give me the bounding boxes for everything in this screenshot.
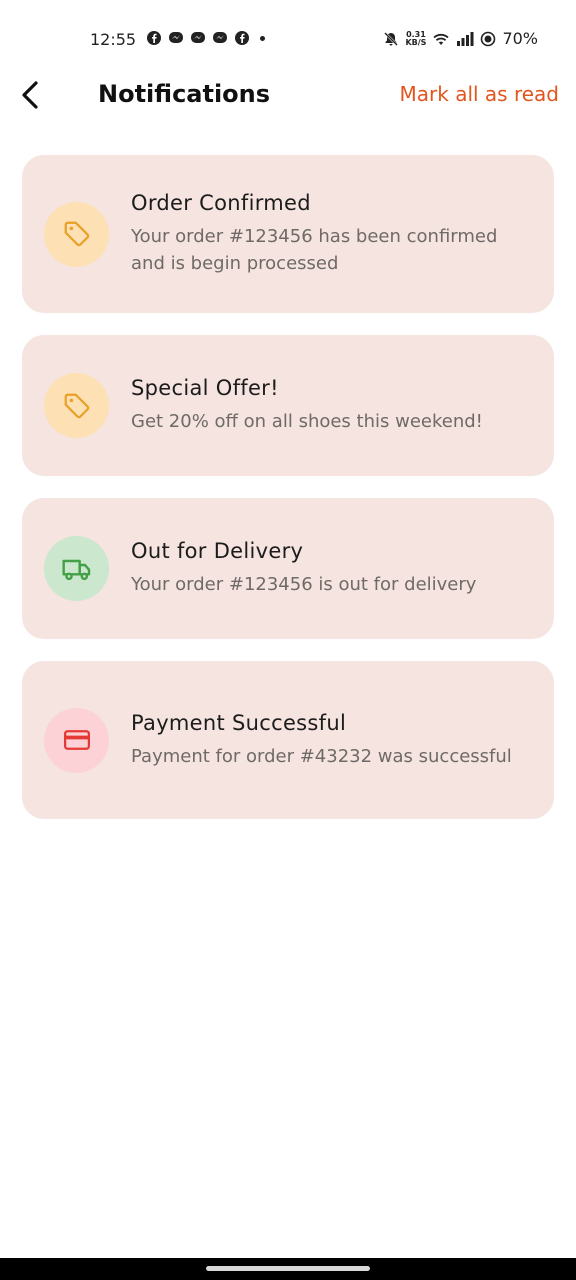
- notification-icon-badge: [44, 373, 109, 438]
- notification-icons: [146, 30, 265, 46]
- page-title: Notifications: [98, 80, 271, 108]
- notification-card[interactable]: Order Confirmed Your order #123456 has b…: [22, 155, 554, 313]
- battery-percentage: 70%: [502, 29, 538, 48]
- notification-title: Order Confirmed: [131, 191, 311, 215]
- network-speed: 0.31 KB/S: [405, 29, 427, 47]
- home-gesture-handle[interactable]: [206, 1266, 370, 1271]
- notification-title: Out for Delivery: [131, 539, 304, 563]
- tag-icon: [64, 393, 89, 418]
- notification-icon-badge: [44, 201, 109, 267]
- battery-saver-icon: [481, 31, 496, 46]
- notification-list: Order Confirmed Your order #123456 has b…: [22, 155, 554, 841]
- system-status: 0.31 KB/S 70%: [383, 29, 538, 48]
- notification-message: Your order #123456 is out for delivery: [131, 574, 477, 595]
- back-button[interactable]: [14, 78, 48, 112]
- facebook-icon: [147, 31, 161, 45]
- notification-content: Payment Successful Payment for order #43…: [131, 711, 530, 770]
- signal-icon: [457, 31, 474, 46]
- tag-icon: [64, 221, 89, 247]
- truck-icon: [61, 559, 90, 580]
- notification-card[interactable]: Out for Delivery Your order #123456 is o…: [22, 498, 554, 639]
- system-navigation-bar: [0, 1258, 576, 1280]
- notification-icon-badge: [44, 707, 109, 773]
- notification-message: Payment for order #43232 was successful: [131, 745, 512, 767]
- messenger-icon: [169, 32, 183, 43]
- notification-title: Payment Successful: [131, 710, 347, 735]
- mark-all-as-read-button[interactable]: Mark all as read: [400, 82, 559, 106]
- notification-card[interactable]: Special Offer! Get 20% off on all shoes …: [22, 335, 554, 476]
- messenger-icon: [213, 32, 227, 43]
- facebook-icon: [235, 31, 249, 45]
- more-notifications-dot: [260, 35, 265, 41]
- notification-content: Special Offer! Get 20% off on all shoes …: [131, 376, 530, 435]
- wifi-icon: [433, 33, 450, 45]
- notification-content: Order Confirmed Your order #123456 has b…: [131, 191, 530, 277]
- chevron-left-icon: [22, 81, 38, 109]
- notification-icon-badge: [44, 536, 109, 601]
- status-bar: 12:55 0.31 KB/S 70%: [0, 24, 576, 54]
- notification-card[interactable]: Payment Successful Payment for order #43…: [22, 661, 554, 819]
- credit-card-icon: [63, 730, 90, 750]
- messenger-icon: [191, 32, 205, 43]
- notification-message: Your order #123456 has been confirmed an…: [131, 226, 498, 274]
- notification-message: Get 20% off on all shoes this weekend!: [131, 411, 483, 432]
- app-header: Notifications Mark all as read: [0, 70, 576, 122]
- notification-title: Special Offer!: [131, 376, 279, 400]
- notifications-screen: 12:55 0.31 KB/S 70% Notifications Mark a…: [0, 0, 576, 1280]
- bell-muted-icon: [384, 31, 399, 46]
- notification-content: Out for Delivery Your order #123456 is o…: [131, 539, 530, 598]
- status-time: 12:55: [90, 30, 137, 49]
